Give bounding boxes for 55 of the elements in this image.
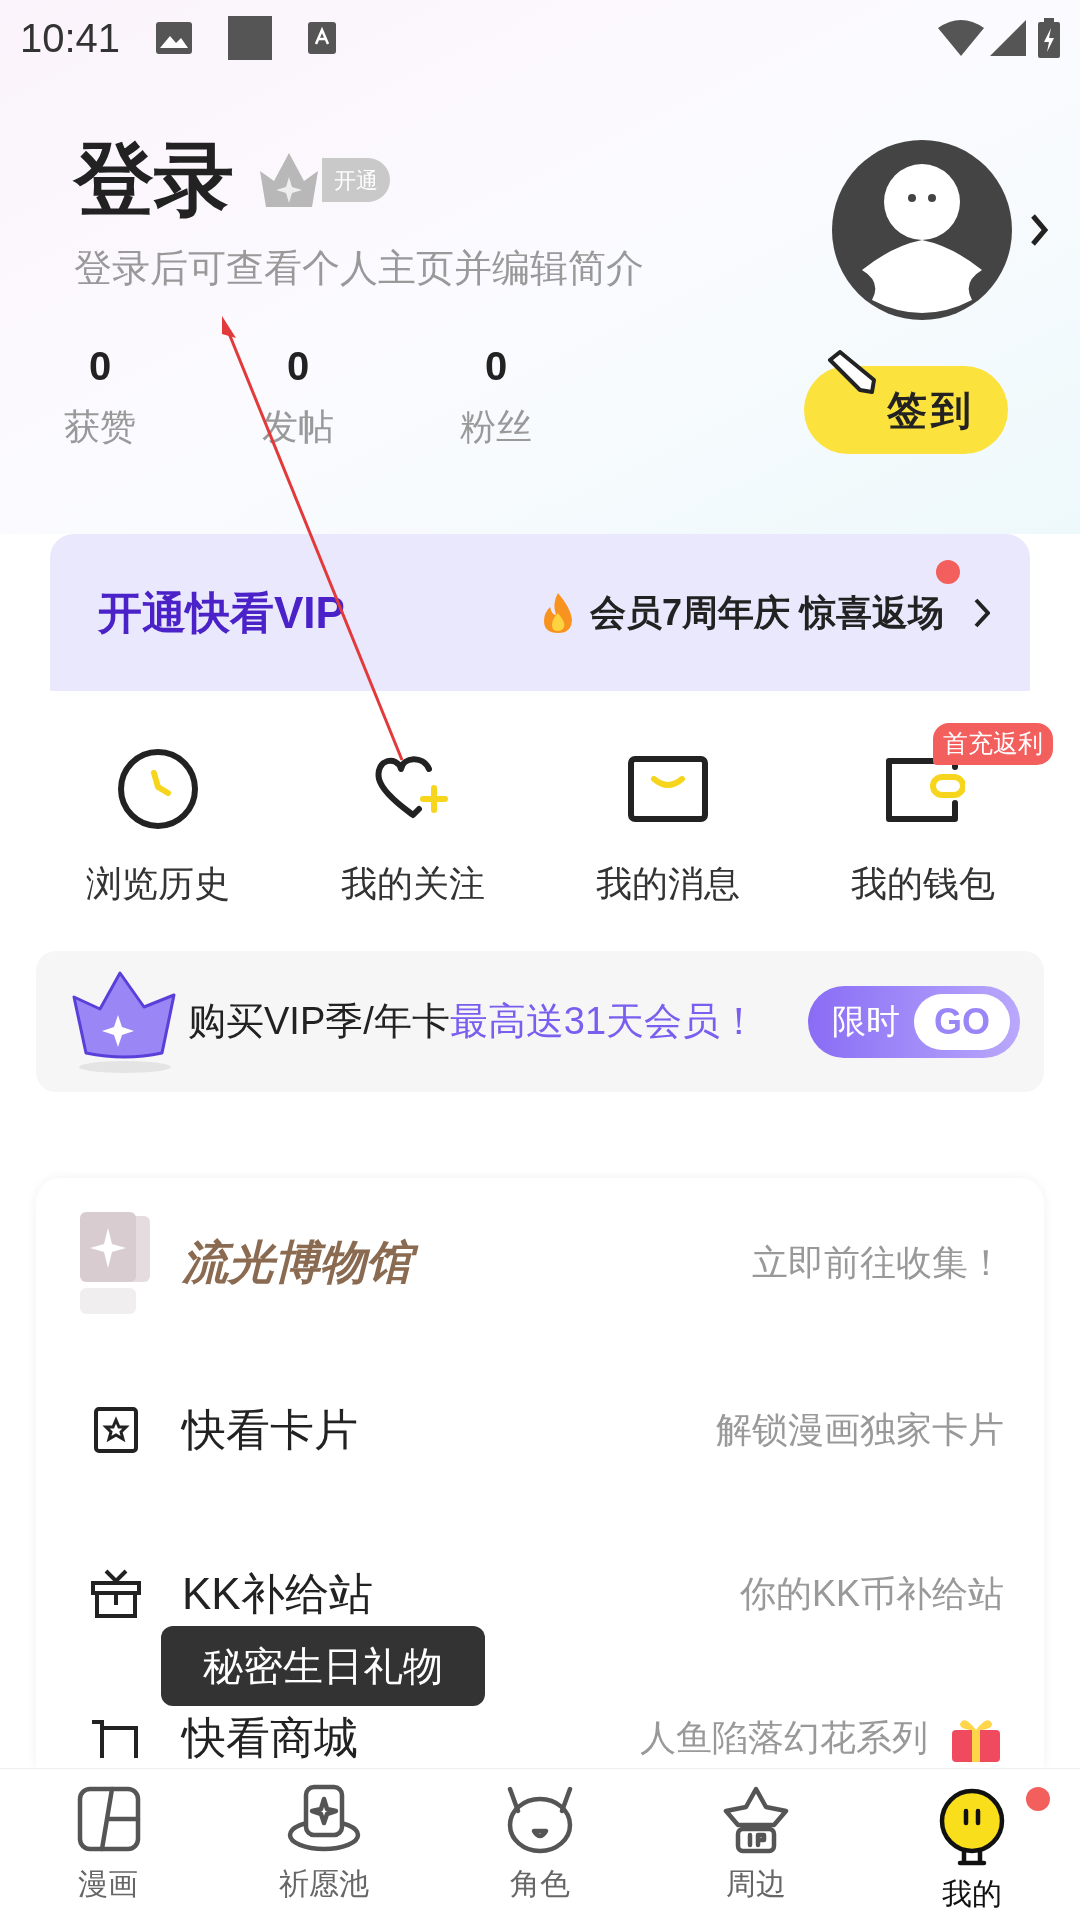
stat-label: 获赞	[63, 405, 137, 449]
menu-row[interactable]: 流光博物馆 立即前往收集！	[76, 1208, 1004, 1318]
chevron-right-icon[interactable]	[1030, 213, 1048, 247]
vip-banner[interactable]: 开通快看VIP 会员7周年庆 惊喜返场	[50, 534, 1030, 692]
wifi-icon	[938, 20, 984, 56]
shortcut-item[interactable]: 我的关注	[340, 747, 485, 912]
menu-hint: 人鱼陷落幻花系列	[640, 1716, 928, 1760]
tab[interactable]: 周边	[648, 1783, 864, 1920]
shortcut-label: 我的钱包	[850, 862, 995, 907]
image-icon	[156, 22, 193, 54]
menu-label: 流光博物馆	[182, 1231, 424, 1295]
shortcut-label: 我的关注	[340, 862, 485, 907]
vip-promo-text: 会员7周年庆 惊喜返场	[589, 590, 944, 635]
signal-icon	[990, 20, 1026, 56]
shortcut-label: 我的消息	[595, 862, 740, 907]
login-title[interactable]: 登录	[74, 140, 234, 220]
stat-label: 粉丝	[459, 405, 533, 449]
promo-text: 购买VIP季/年卡最高送31天会员！	[188, 999, 759, 1045]
font-icon	[308, 22, 337, 54]
notification-dot-icon	[936, 560, 960, 584]
stat-count: 0	[87, 343, 113, 390]
shortcut-item[interactable]: 浏览历史	[85, 747, 230, 912]
shortcut-item[interactable]: 我的消息	[595, 747, 740, 912]
menu-label: 快看卡片	[182, 1404, 358, 1456]
login-subtitle: 登录后可查看个人主页并编辑简介	[74, 246, 645, 291]
pencil-icon	[826, 350, 878, 394]
tab[interactable]: 我的	[864, 1783, 1080, 1920]
menu-row[interactable]: 快看卡片 解锁漫画独家卡片	[76, 1398, 1004, 1462]
status-time: 10:41	[20, 15, 121, 62]
promo-card[interactable]: 购买VIP季/年卡最高送31天会员！ 限时 GO	[36, 951, 1044, 1092]
square-icon	[228, 16, 273, 60]
vip-title: 开通快看VIP	[98, 586, 345, 639]
tab[interactable]: 漫画	[0, 1783, 216, 1920]
clock-icon	[115, 747, 200, 832]
gift-box-icon	[90, 1569, 142, 1619]
menu-hint: 解锁漫画独家卡片	[716, 1408, 1004, 1452]
menu-hint: 你的KK币补给站	[739, 1572, 1004, 1616]
checkin-button[interactable]: 签到	[804, 366, 1008, 454]
notification-dot-icon	[1026, 1787, 1050, 1811]
menu-label: 快看商城	[182, 1712, 358, 1764]
menu-row[interactable]: KK补给站 你的KK币补给站	[76, 1562, 1004, 1626]
star-card-icon	[92, 1406, 140, 1454]
shortcut-label: 浏览历史	[85, 862, 230, 907]
tab[interactable]: 角色	[432, 1783, 648, 1920]
promo-badge: 首充返利	[933, 723, 1053, 765]
menu-hint: 立即前往收集！	[752, 1241, 1004, 1285]
tooltip: 秘密生日礼物	[161, 1626, 485, 1706]
stat-count: 0	[285, 343, 311, 390]
menu-label: KK补给站	[182, 1568, 373, 1620]
menu-row[interactable]: 快看商城 人鱼陷落幻花系列	[76, 1708, 1004, 1768]
chevron-right-icon	[974, 597, 990, 628]
stat-count: 0	[483, 343, 509, 390]
battery-icon	[1038, 18, 1060, 58]
tab[interactable]: 祈愿池	[216, 1783, 432, 1920]
avatar-figure-icon[interactable]	[832, 140, 1012, 320]
